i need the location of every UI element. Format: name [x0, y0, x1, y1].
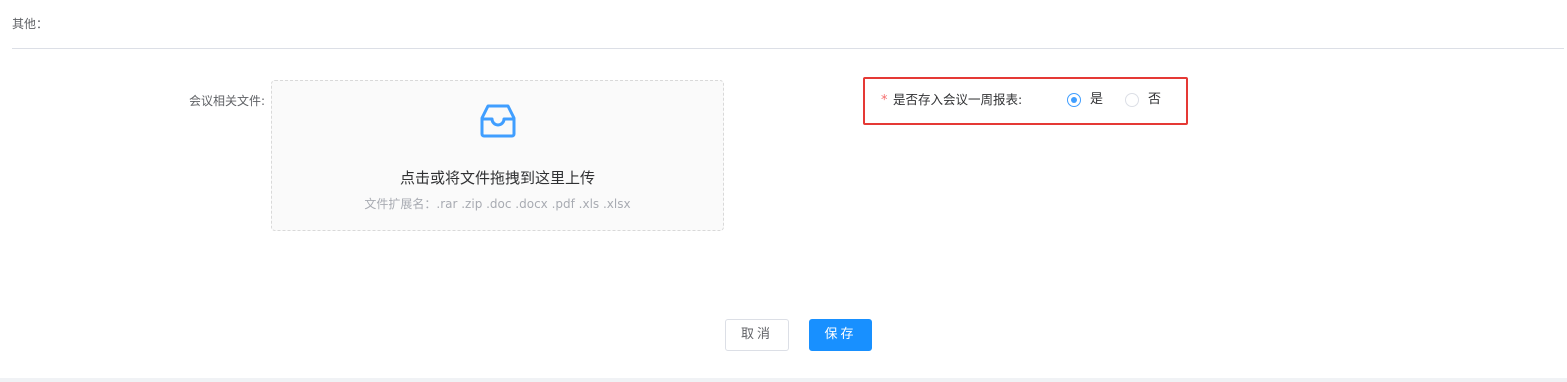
radio-unchecked-icon[interactable]: [1125, 93, 1139, 107]
file-upload-dropzone[interactable]: 点击或将文件拖拽到这里上传 文件扩展名：.rar .zip .doc .docx…: [271, 80, 724, 231]
upload-extension-hint: 文件扩展名：.rar .zip .doc .docx .pdf .xls .xl…: [364, 197, 631, 211]
radio-option-yes[interactable]: 是: [1067, 91, 1103, 109]
weekly-report-field-label: 是否存入会议一周报表:: [893, 92, 1023, 107]
radio-checked-icon[interactable]: [1067, 93, 1081, 107]
save-button[interactable]: 保存: [809, 319, 872, 351]
section-title: 其他：: [12, 17, 49, 31]
bottom-edge-strip: [0, 378, 1567, 382]
required-asterisk: *: [881, 93, 888, 108]
inbox-icon: [480, 104, 516, 138]
form-page: 其他： 会议相关文件: 点击或将文件拖拽到这里上传 文件扩展名：.rar .zi…: [0, 0, 1567, 382]
upload-instruction-text: 点击或将文件拖拽到这里上传: [399, 169, 595, 187]
upload-field-label: 会议相关文件:: [188, 94, 265, 108]
radio-option-no[interactable]: 否: [1125, 91, 1161, 109]
section-divider: [12, 48, 1564, 49]
radio-label-no: 否: [1148, 92, 1162, 107]
cancel-button[interactable]: 取消: [725, 319, 789, 351]
radio-label-yes: 是: [1090, 92, 1104, 107]
